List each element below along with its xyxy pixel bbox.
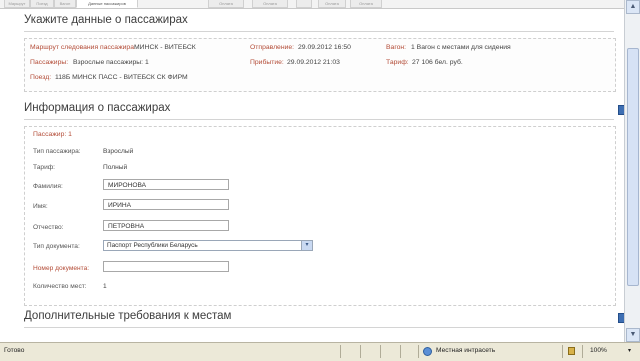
status-divider <box>380 345 381 358</box>
vertical-scrollbar[interactable]: ▲ ▼ <box>624 0 640 342</box>
document-number-input[interactable] <box>103 261 229 272</box>
tab-3[interactable]: Вагон <box>54 0 76 8</box>
tab-5[interactable]: Оплата <box>208 0 244 8</box>
status-divider <box>418 345 419 358</box>
section-divider <box>24 119 614 120</box>
departure-label: Отправление: <box>250 44 295 51</box>
tab-9[interactable]: Оплата <box>350 0 382 8</box>
scroll-down-arrow-icon[interactable]: ▼ <box>626 328 640 342</box>
car-label: Вагон: <box>386 44 407 51</box>
scroll-up-arrow-icon[interactable]: ▲ <box>626 0 640 14</box>
protected-mode-icon[interactable] <box>568 347 575 355</box>
train-label: Поезд: <box>30 74 52 81</box>
route-value: МИНСК - ВИТЕБСК <box>134 44 196 51</box>
section-divider <box>24 31 614 32</box>
arrival-label: Прибытие: <box>250 59 284 66</box>
fare-label: Тариф: <box>386 59 409 66</box>
security-zone-text: Местная интрасеть <box>436 347 496 354</box>
tab-7[interactable] <box>296 0 312 8</box>
document-type-select[interactable]: Паспорт Республики Беларусь ▾ <box>103 240 313 251</box>
section-title-additional: Дополнительные требования к местам <box>24 310 232 322</box>
arrival-value: 29.09.2012 21:03 <box>287 59 340 66</box>
section-divider <box>24 327 614 328</box>
section-title-passenger-info: Информация о пассажирах <box>24 102 171 114</box>
tab-1[interactable]: Маршрут <box>4 0 30 8</box>
passengers-label: Пассажиры: <box>30 59 69 66</box>
seats-count-value: 1 <box>103 283 107 290</box>
scrollbar-thumb[interactable] <box>627 48 639 286</box>
patronymic-input[interactable]: ПЕТРОВНА <box>103 220 229 231</box>
fare-value: 27 106 бел. руб. <box>412 59 463 66</box>
status-divider <box>360 345 361 358</box>
name-label: Имя: <box>33 203 48 210</box>
tab-8[interactable]: Оплата <box>318 0 346 8</box>
train-value: 118Б МИНСК ПАСС - ВИТЕБСК СК ФИРМ <box>55 74 188 81</box>
tariff-label: Тариф: <box>33 164 56 171</box>
departure-value: 29.09.2012 16:50 <box>298 44 351 51</box>
surname-label: Фамилия: <box>33 183 63 190</box>
seats-count-label: Количество мест: <box>33 283 87 290</box>
page-viewport: Маршрут Поезд Вагон Данные пассажиров Оп… <box>0 0 624 342</box>
tab-2[interactable]: Поезд <box>30 0 54 8</box>
document-type-value: Паспорт Республики Беларусь <box>107 242 198 249</box>
patronymic-label: Отчество: <box>33 224 64 231</box>
chevron-down-icon[interactable]: ▾ <box>628 347 631 354</box>
status-divider <box>340 345 341 358</box>
passenger-type-value: Взрослый <box>103 148 134 155</box>
document-type-label: Тип документа: <box>33 243 80 250</box>
status-text: Готово <box>4 347 25 354</box>
status-divider <box>400 345 401 358</box>
trip-summary: Маршрут следования пассажира: МИНСК - ВИ… <box>24 38 616 92</box>
section-title-passenger-data: Укажите данные о пассажирах <box>24 14 188 26</box>
status-divider <box>582 345 583 358</box>
chevron-down-icon[interactable]: ▾ <box>301 241 312 250</box>
zoom-level[interactable]: 100% <box>590 347 607 354</box>
status-divider <box>562 345 563 358</box>
tab-6[interactable]: Оплата <box>252 0 288 8</box>
passenger-title: Пассажир: 1 <box>33 131 72 138</box>
route-label: Маршрут следования пассажира: <box>30 44 136 51</box>
intranet-zone-icon <box>423 347 432 356</box>
surname-input[interactable]: МИРОНОВА <box>103 179 229 190</box>
name-input[interactable]: ИРИНА <box>103 199 229 210</box>
passenger-type-label: Тип пассажира: <box>33 148 81 155</box>
step-tabs: Маршрут Поезд Вагон Данные пассажиров Оп… <box>0 0 624 9</box>
passenger-form: Пассажир: 1 Тип пассажира: Взрослый Тари… <box>24 126 616 306</box>
document-number-label: Номер документа: <box>33 265 90 272</box>
browser-statusbar: Готово Местная интрасеть 100% ▾ <box>0 342 640 361</box>
tab-passenger-data[interactable]: Данные пассажиров <box>76 0 138 8</box>
tariff-value: Полный <box>103 164 128 171</box>
passengers-value: Взрослые пассажиры: 1 <box>73 59 149 66</box>
car-value: 1 Вагон с местами для сидения <box>411 44 511 51</box>
